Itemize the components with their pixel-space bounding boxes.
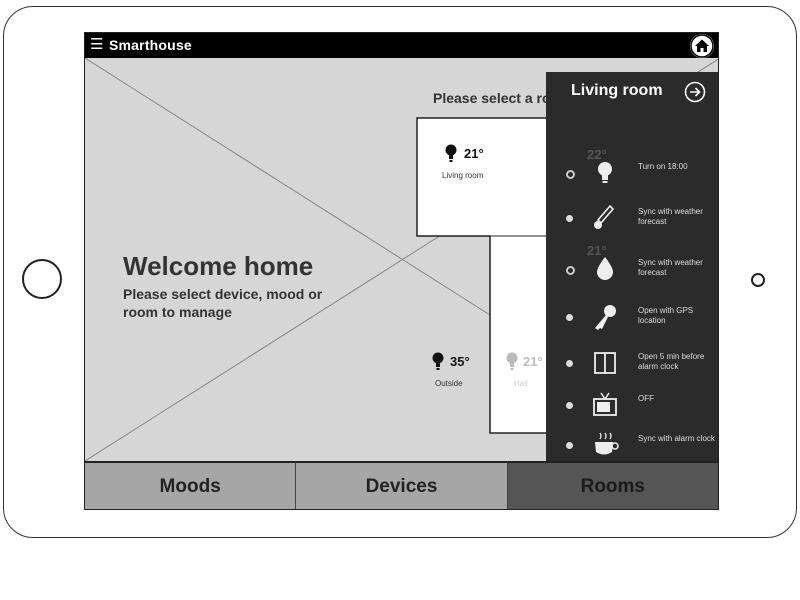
panel-item-label: Turn on 18:00 bbox=[638, 162, 688, 171]
sensor-temperature: 35° bbox=[450, 354, 470, 369]
radio-button[interactable] bbox=[566, 314, 573, 321]
sensor-temperature: 21° bbox=[587, 243, 607, 258]
light-bulb-icon bbox=[598, 162, 612, 183]
thermometer-icon bbox=[594, 204, 615, 229]
radio-button[interactable] bbox=[566, 266, 575, 275]
arrow-right-icon[interactable] bbox=[684, 81, 706, 103]
panel-item-label: Open 5 min before alarm clock bbox=[638, 352, 705, 371]
light-bulb-icon bbox=[432, 352, 444, 370]
room-settings-panel: Living room Turn on 18:00 Sync with weat… bbox=[546, 72, 718, 461]
radio-button[interactable] bbox=[566, 402, 573, 409]
panel-item-label: Sync with alarm clock bbox=[638, 434, 715, 443]
panel-title: Living room bbox=[571, 82, 663, 99]
tablet-camera bbox=[751, 273, 765, 287]
panel-item-key[interactable]: Open with GPS location bbox=[546, 296, 718, 340]
water-drop-icon bbox=[597, 257, 613, 280]
panel-item-water[interactable]: Sync with weather forecast bbox=[546, 248, 718, 292]
sensor-room-label: Hall bbox=[514, 379, 528, 388]
panel-item-label: Open with GPS location bbox=[638, 306, 694, 325]
sensor-room-label: Living room bbox=[442, 171, 484, 180]
panel-item-label: Sync with weather forecast bbox=[638, 207, 703, 226]
tab-moods[interactable]: Moods bbox=[85, 461, 297, 509]
coffee-cup-icon bbox=[595, 432, 619, 455]
panel-item-thermometer[interactable]: Sync with weather forecast bbox=[546, 197, 718, 241]
panel-item-label: Sync with weather forecast bbox=[638, 258, 703, 277]
hamburger-menu-icon[interactable]: ☰ bbox=[90, 36, 103, 54]
key-icon bbox=[595, 305, 616, 330]
radio-button[interactable] bbox=[566, 215, 573, 222]
tv-icon bbox=[593, 392, 617, 416]
light-bulb-icon bbox=[506, 352, 518, 370]
bottom-tab-bar: Moods Devices Rooms bbox=[85, 461, 718, 509]
tablet-home-button[interactable] bbox=[22, 259, 62, 299]
radio-button[interactable] bbox=[566, 360, 573, 367]
app-header: ☰ Smarthouse bbox=[85, 33, 718, 58]
home-icon[interactable] bbox=[690, 34, 714, 58]
sensor-room-label: Outside bbox=[435, 379, 463, 388]
panel-item-tv[interactable]: OFF bbox=[546, 384, 718, 428]
radio-button[interactable] bbox=[566, 442, 573, 449]
radio-button[interactable] bbox=[566, 170, 575, 179]
sensor-temperature: 22° bbox=[587, 147, 607, 162]
tab-devices[interactable]: Devices bbox=[296, 461, 508, 509]
sensor-temperature: 21° bbox=[464, 146, 484, 161]
sensor-temperature: 21° bbox=[523, 354, 543, 369]
panel-item-label: OFF bbox=[638, 394, 654, 403]
light-bulb-icon bbox=[445, 144, 457, 162]
panel-item-light[interactable]: Turn on 18:00 bbox=[546, 152, 718, 196]
app-title: Smarthouse bbox=[109, 37, 192, 53]
tab-rooms[interactable]: Rooms bbox=[507, 461, 718, 509]
app-screen: Welcome home Please select device, mood … bbox=[84, 32, 719, 510]
panel-item-window[interactable]: Open 5 min before alarm clock bbox=[546, 342, 718, 386]
window-icon bbox=[594, 352, 616, 374]
